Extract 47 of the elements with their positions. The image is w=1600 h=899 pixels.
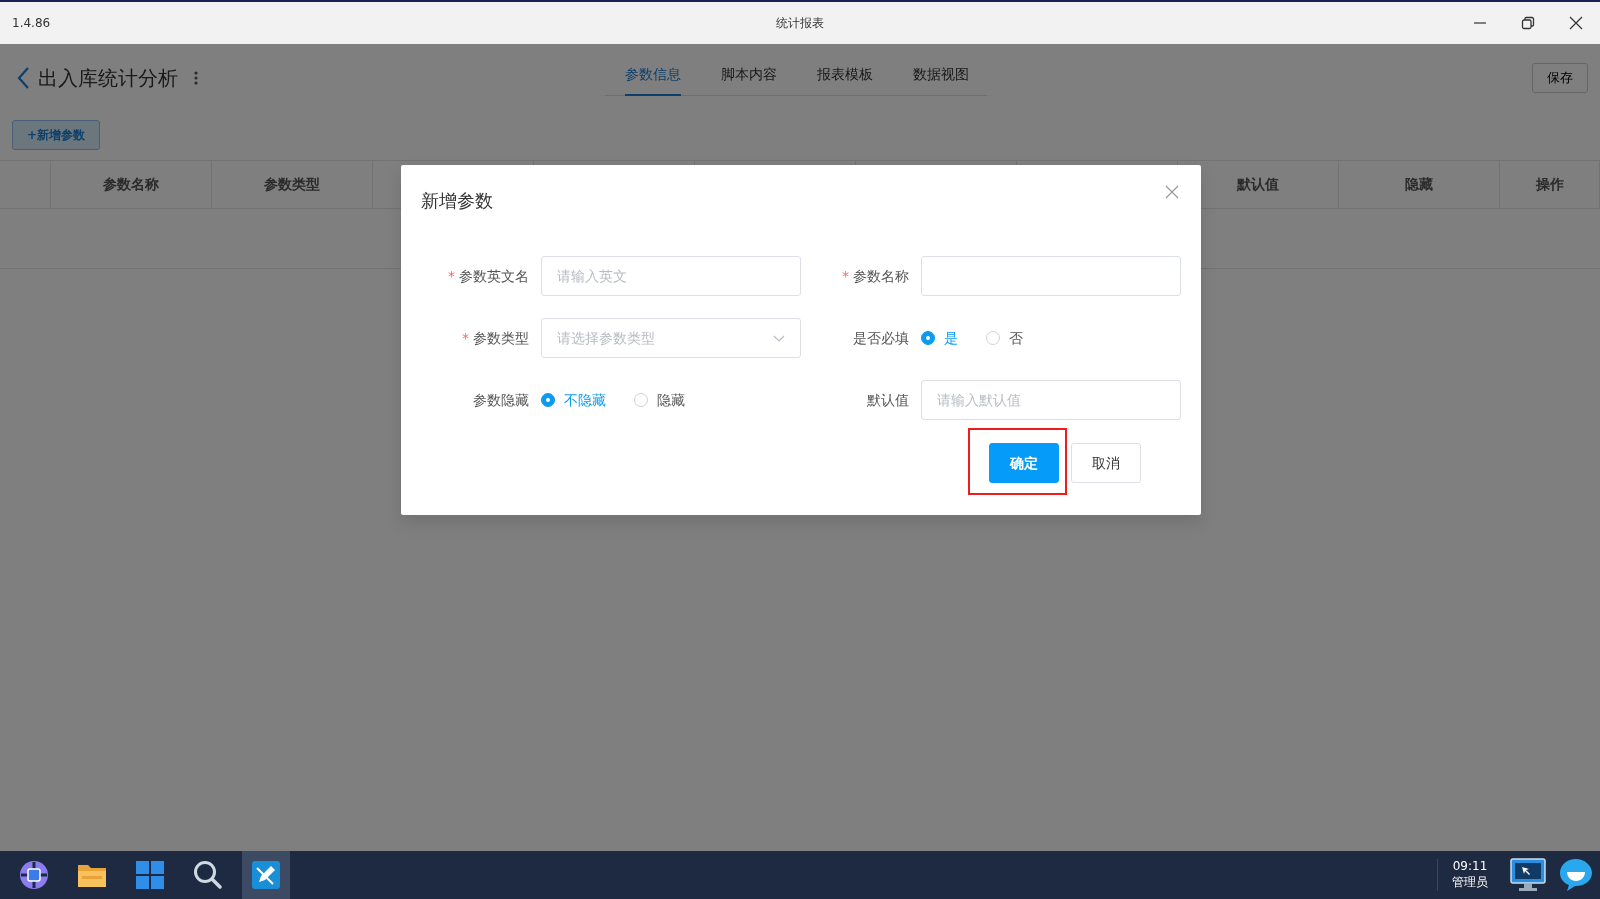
radio-option[interactable]: 不隐藏 xyxy=(541,389,606,411)
field-label: 参数名称 xyxy=(853,266,909,286)
page-title: 出入库统计分析 xyxy=(38,65,178,92)
more-icon[interactable] xyxy=(194,71,198,85)
input-field[interactable] xyxy=(921,256,1181,296)
required-mark: * xyxy=(448,266,455,286)
field-label: 是否必填 xyxy=(853,328,909,348)
column-header: 隐藏 xyxy=(1405,175,1433,194)
window-title: 统计报表 xyxy=(776,16,824,30)
cancel-button[interactable]: 取消 xyxy=(1071,443,1141,483)
input-field[interactable]: 请输入英文 xyxy=(541,256,801,296)
user-name: 管理员 xyxy=(1452,875,1488,891)
confirm-button[interactable]: 确定 xyxy=(989,443,1059,483)
tab[interactable]: 脚本内容 xyxy=(721,58,777,96)
column-header: 默认值 xyxy=(1237,175,1279,194)
taskbar-button[interactable] xyxy=(242,851,290,899)
close-button[interactable] xyxy=(1165,185,1181,201)
chevron-icon xyxy=(773,334,785,342)
windows-icon xyxy=(135,860,165,890)
search-icon xyxy=(193,860,223,890)
pencil-icon xyxy=(251,860,281,890)
radio-option[interactable]: 否 xyxy=(986,327,1023,349)
column-header: 参数名称 xyxy=(103,175,159,194)
field-label: 参数类型 xyxy=(473,328,529,348)
add-parameter-button[interactable]: +新增参数 xyxy=(12,120,101,150)
tab[interactable]: 报表模板 xyxy=(817,58,873,96)
column-header: 操作 xyxy=(1535,175,1564,194)
close-icon xyxy=(1569,16,1583,30)
version-label: 1.4.86 xyxy=(11,15,51,32)
tab[interactable]: 数据视图 xyxy=(913,58,969,96)
field-label: 默认值 xyxy=(867,390,909,410)
required-mark: * xyxy=(842,266,849,286)
field-label: 参数隐藏 xyxy=(473,390,529,410)
field-label: 参数英文名 xyxy=(459,266,529,286)
radio-option[interactable]: 隐藏 xyxy=(634,389,685,411)
dialog-title: 新增参数 xyxy=(421,189,493,213)
back-icon[interactable] xyxy=(16,66,30,90)
restore-icon xyxy=(1521,16,1535,30)
radio-option[interactable]: 是 xyxy=(921,327,958,349)
column-header: 参数类型 xyxy=(264,175,320,194)
input-field[interactable]: 请输入默认值 xyxy=(921,380,1181,420)
required-mark: * xyxy=(462,328,469,348)
tab[interactable]: 参数信息 xyxy=(625,58,681,96)
save-button[interactable]: 保存 xyxy=(1532,63,1588,93)
logo-icon xyxy=(18,859,50,891)
close-icon xyxy=(1165,185,1179,199)
clock-time: 09:11 xyxy=(1452,859,1488,875)
